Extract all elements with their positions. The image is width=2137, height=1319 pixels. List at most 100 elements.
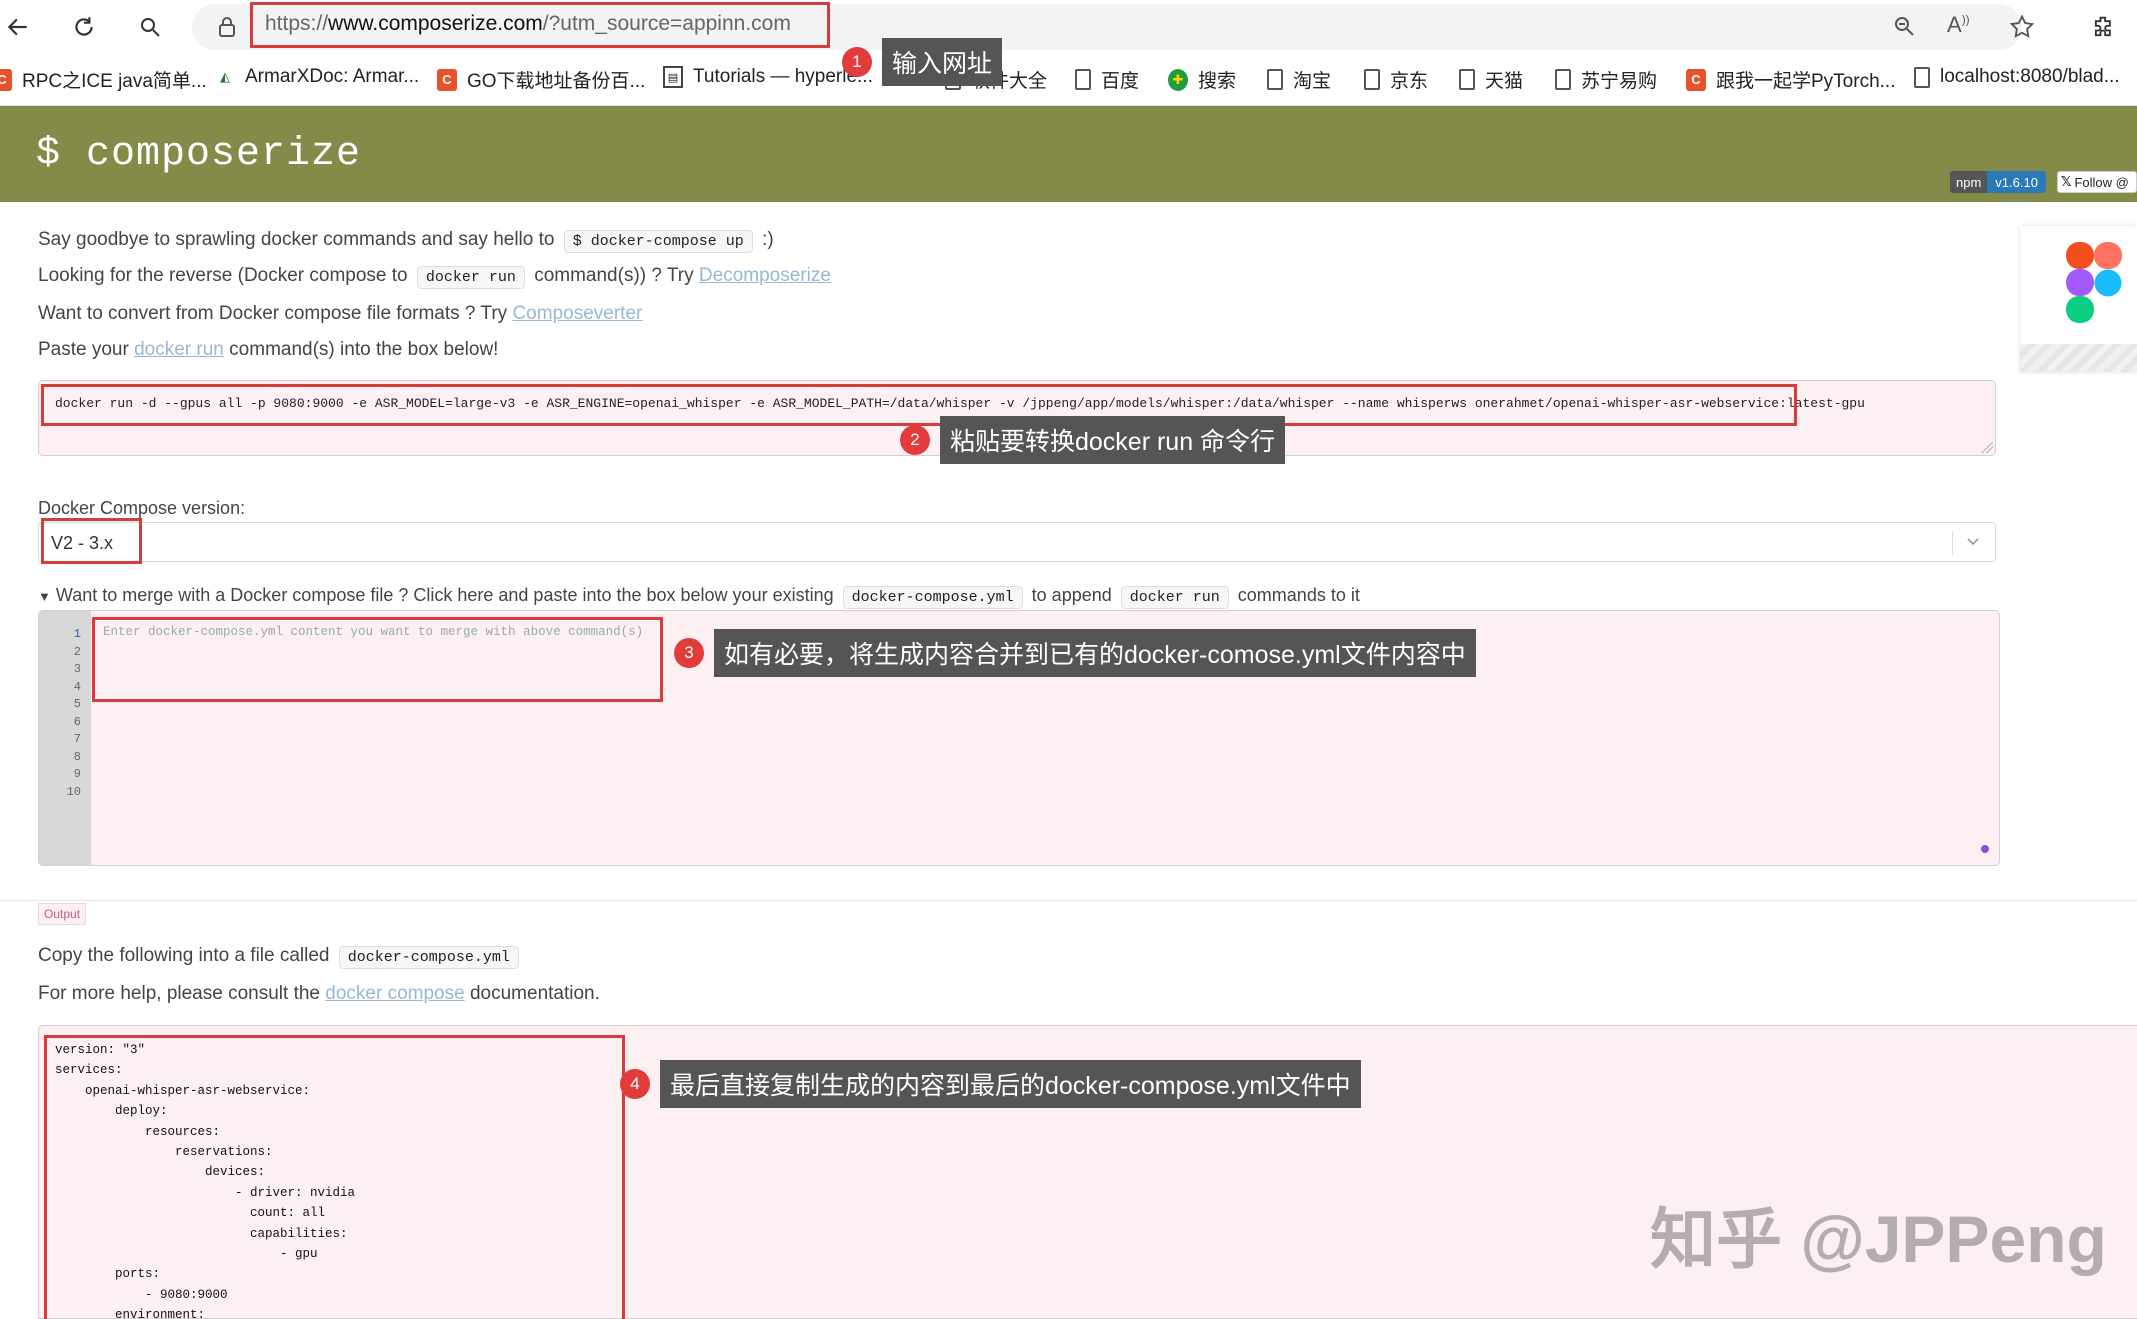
callout-3: 3 如有必要，将生成内容合并到已有的docker-comose.yml文件内容中 (674, 629, 1476, 677)
text: Copy the following into a file called (38, 945, 330, 966)
text: to append (1032, 585, 1112, 605)
doc-icon (1364, 69, 1380, 90)
bookmark-label: GO下载地址备份百... (467, 66, 645, 93)
text: Looking for the reverse (Docker compose … (38, 265, 408, 286)
divider (0, 900, 2137, 901)
doc-icon (1267, 69, 1283, 90)
merge-toggle[interactable]: ▼ Want to merge with a Docker compose fi… (38, 585, 1360, 609)
favorite-star-icon[interactable] (2008, 13, 2036, 46)
docker-run-link[interactable]: docker run (134, 339, 224, 360)
bookmark-item[interactable]: 天猫 (1459, 66, 1523, 93)
output-line-2: For more help, please consult the docker… (38, 983, 600, 1005)
text: Say goodbye to sprawling docker commands… (38, 229, 554, 250)
doc-icon (1914, 67, 1930, 88)
inline-code: docker run (417, 266, 525, 289)
url-highlight-box (250, 2, 830, 48)
bookmark-item[interactable]: ◭ArmarXDoc: Armar... (215, 66, 419, 88)
line-number: 2 (67, 644, 81, 662)
refresh-icon[interactable] (66, 9, 102, 45)
resize-handle-icon[interactable] (1981, 441, 1993, 453)
bookmark-item[interactable]: 淘宝 (1267, 66, 1331, 93)
doc-icon (1459, 69, 1475, 90)
armarx-icon: ◭ (215, 66, 235, 88)
bookmark-label: localhost:8080/blad... (1940, 66, 2120, 88)
text: :) (762, 229, 774, 250)
doc-icon (1075, 69, 1091, 90)
npm-badge[interactable]: npm v1.6.10 (1950, 171, 2046, 193)
callout-text: 粘贴要转换docker run 命令行 (940, 416, 1285, 464)
figma-widget-footer (2020, 344, 2137, 372)
callout-number: 4 (620, 1069, 650, 1099)
bookmark-item[interactable]: CGO下载地址备份百... (437, 66, 645, 93)
lock-icon[interactable] (218, 16, 236, 43)
inline-code: $ docker-compose up (564, 230, 753, 253)
output-highlight-box (44, 1035, 625, 1319)
intro-line-2: Looking for the reverse (Docker compose … (38, 265, 831, 289)
version-label: Docker Compose version: (38, 498, 245, 519)
version-highlight-box (41, 518, 142, 564)
text: Paste your (38, 339, 129, 360)
callout-2: 2 粘贴要转换docker run 命令行 (900, 416, 1285, 464)
text: documentation. (470, 983, 600, 1004)
version-select[interactable]: V2 - 3.x (38, 522, 1996, 562)
site-logo[interactable]: $ composerize (36, 132, 361, 177)
line-number: 5 (67, 696, 81, 714)
bookmark-item[interactable]: 百度 (1075, 66, 1139, 93)
callout-text: 输入网址 (882, 38, 1002, 86)
line-number: 8 (67, 749, 81, 767)
bookmark-label: 苏宁易购 (1581, 66, 1657, 93)
search-logo-icon: ✚ (1168, 69, 1188, 91)
follow-label: Follow @ (2074, 175, 2128, 190)
callout-number: 1 (842, 47, 872, 77)
text: commands to it (1238, 585, 1360, 605)
bookmark-label: RPC之ICE java简单... (22, 66, 207, 93)
decomposerize-link[interactable]: Decomposerize (699, 265, 831, 286)
callout-number: 2 (900, 425, 930, 455)
select-divider (1952, 531, 1953, 555)
composeverter-link[interactable]: Composeverter (512, 303, 642, 324)
output-line-1: Copy the following into a file called do… (38, 945, 523, 969)
docker-compose-link[interactable]: docker compose (325, 983, 464, 1004)
watermark: 知乎 @JPPeng (1650, 1186, 2107, 1282)
line-number: 3 (67, 661, 81, 679)
x-logo-icon: 𝕏 (2058, 174, 2074, 190)
bookmarks-bar: CRPC之ICE java简单... ◭ArmarXDoc: Armar... … (0, 58, 2137, 100)
line-numbers: 12345678910 (67, 626, 81, 801)
doc-icon (1555, 69, 1571, 90)
extensions-icon[interactable] (2090, 13, 2118, 46)
callout-4: 4 最后直接复制生成的内容到最后的docker-compose.yml文件中 (620, 1060, 1361, 1108)
zoom-icon[interactable] (1892, 14, 1916, 43)
inline-code: docker run (1121, 586, 1229, 609)
inline-code: docker-compose.yml (339, 946, 519, 969)
line-number: 10 (67, 784, 81, 802)
callout-number: 3 (674, 638, 704, 668)
text: Want to convert from Docker compose file… (38, 303, 507, 324)
bookmark-item[interactable]: localhost:8080/blad... (1914, 66, 2120, 88)
follow-button[interactable]: 𝕏Follow @ (2057, 171, 2137, 193)
bookmark-label: 淘宝 (1293, 66, 1331, 93)
search-icon[interactable] (132, 9, 168, 45)
bookmark-item[interactable]: C RPC之ICE java简单... (0, 66, 207, 93)
back-icon[interactable] (0, 9, 36, 45)
grammar-dot-icon (1981, 845, 1989, 853)
read-aloud-icon[interactable]: A)) (1947, 12, 1970, 38)
site-header: $ composerize (0, 106, 2137, 202)
bookmark-item[interactable]: ✚ 搜索 (1168, 66, 1236, 93)
bookmark-item[interactable]: 苏宁易购 (1555, 66, 1657, 93)
bookmark-item[interactable]: C跟我一起学PyTorch... (1686, 66, 1895, 93)
bookmark-item[interactable]: 京东 (1364, 66, 1428, 93)
line-number: 6 (67, 714, 81, 732)
output-tag: Output (38, 903, 86, 925)
callout-text: 如有必要，将生成内容合并到已有的docker-comose.yml文件内容中 (714, 629, 1476, 677)
line-number: 7 (67, 731, 81, 749)
inline-code: docker-compose.yml (843, 586, 1023, 609)
browser-chrome: A)) https://www.composerize.com/?utm_sou… (0, 0, 2137, 106)
figma-widget[interactable] (2020, 226, 2137, 372)
line-number-gutter: 12345678910 (39, 611, 91, 866)
chevron-down-icon[interactable] (1965, 533, 1981, 554)
c-icon: C (0, 69, 12, 91)
bookmark-label: 百度 (1101, 66, 1139, 93)
bookmark-label: 搜索 (1198, 66, 1236, 93)
text: command(s) into the box below! (229, 339, 498, 360)
text: For more help, please consult the (38, 983, 320, 1004)
